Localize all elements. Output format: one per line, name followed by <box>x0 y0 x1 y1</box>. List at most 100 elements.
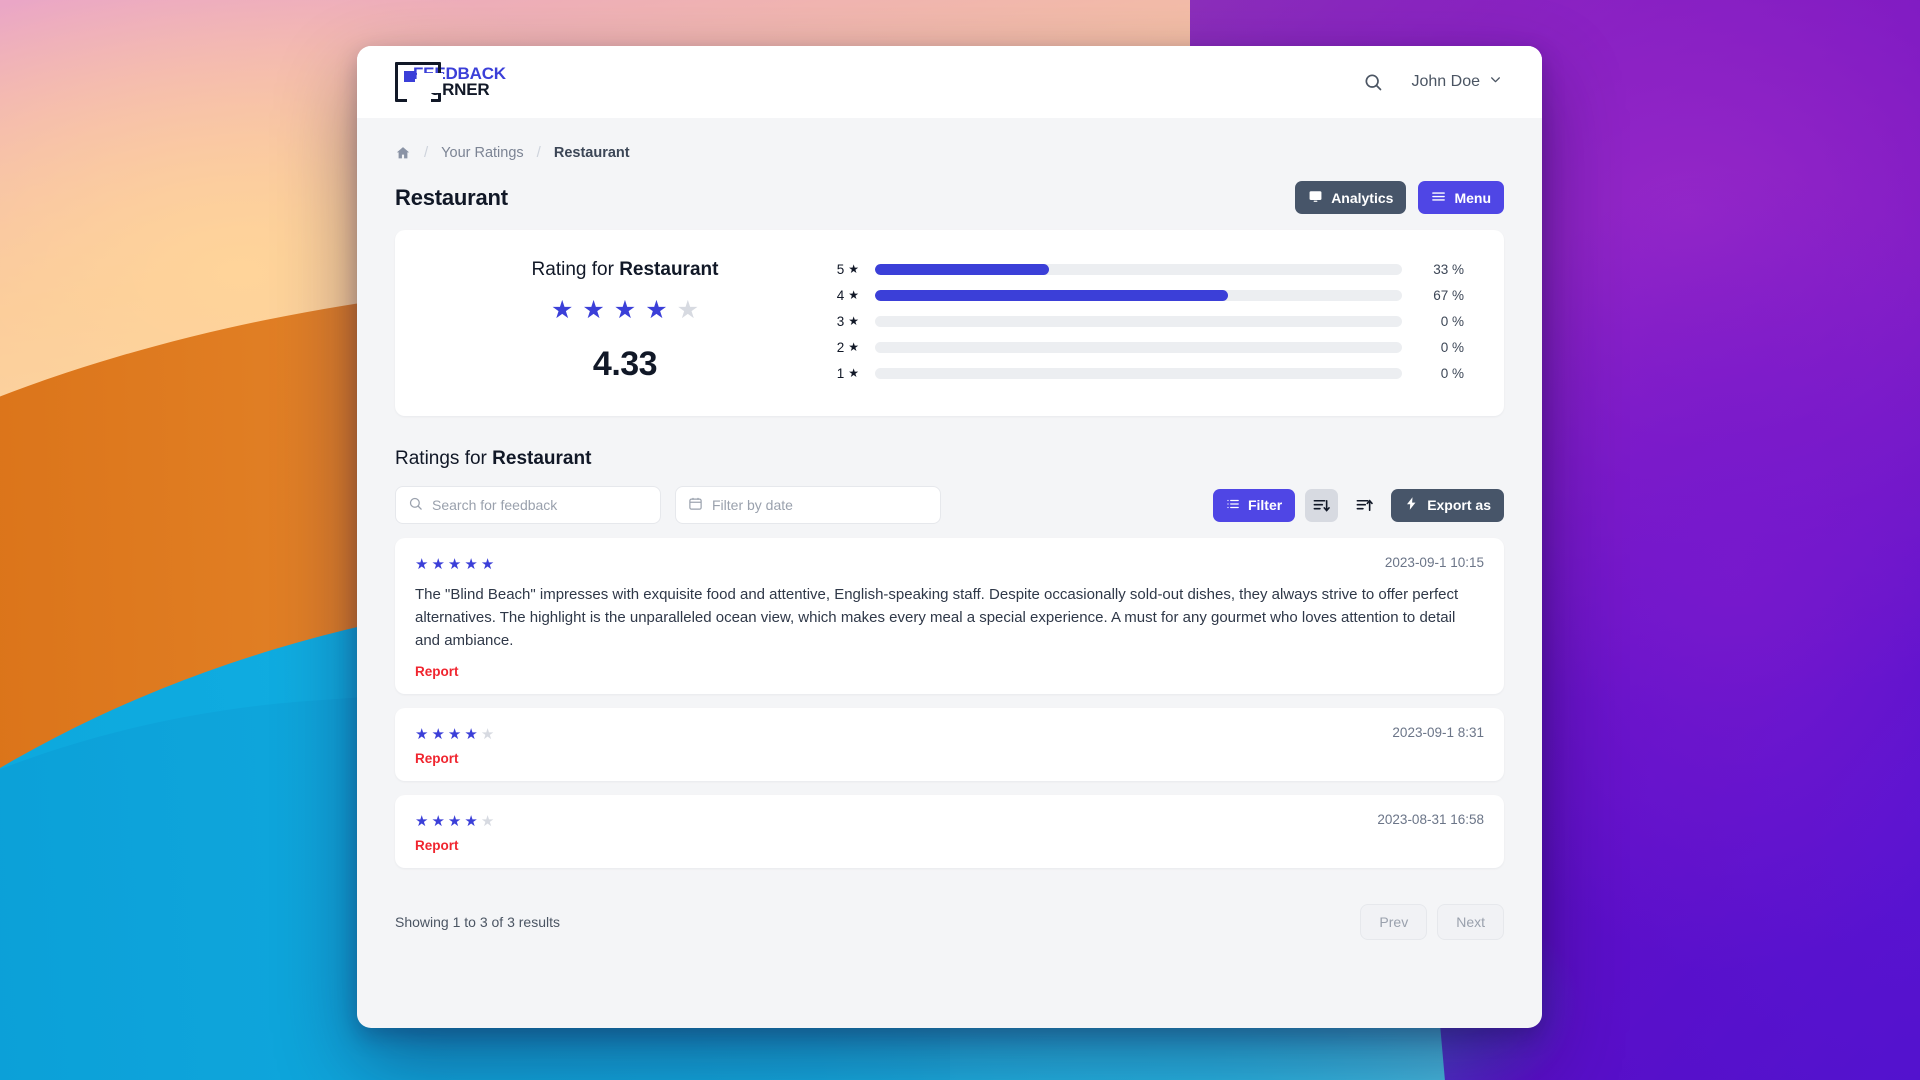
filter-list-icon <box>1226 497 1240 514</box>
breadcrumb-item-your-ratings[interactable]: Your Ratings <box>441 145 524 161</box>
review-date: 2023-09-1 8:31 <box>1392 725 1484 741</box>
results-count-label: Showing 1 to 3 of 3 results <box>395 914 560 931</box>
star-icon-2: ★ <box>582 295 605 324</box>
export-as-button[interactable]: Export as <box>1391 488 1504 522</box>
star-icon-3: ★ <box>613 295 637 324</box>
rating-bar-label-4: 4 <box>836 287 845 303</box>
menu-button-label: Menu <box>1454 189 1491 206</box>
rating-bar-row-3: 3 ★ 0 % <box>825 308 1464 334</box>
rating-bar-label-3: 3 <box>836 313 845 329</box>
brand-logo[interactable]: FEEDBACK CORNER <box>395 62 506 104</box>
chevron-down-icon <box>1489 73 1502 91</box>
star-icon-2: ★ <box>431 556 445 573</box>
star-icon-3: ★ <box>447 813 462 831</box>
rating-bar-percent-2: 0 % <box>1440 339 1464 355</box>
rating-bar-track-4 <box>875 289 1402 301</box>
page-title: Restaurant <box>395 184 508 210</box>
star-icon: ★ <box>848 366 859 380</box>
calendar-icon <box>688 496 703 514</box>
desktop-background: FEEDBACK CORNER John Doe / Your Ratings … <box>0 0 1920 1080</box>
star-icon: ★ <box>848 262 859 276</box>
rating-summary-card: Rating for Restaurant ★ ★ ★ ★ ★ 4.33 5★ <box>395 230 1504 416</box>
rating-distribution-chart: 5 ★ 33 % 4 ★ 67 % 3 ★ 0 % 2 ★ 0 % 1 ★ 0 … <box>815 256 1464 386</box>
analytics-button[interactable]: Analytics <box>1295 181 1407 214</box>
rating-bar-label-5: 5 <box>836 261 845 277</box>
rating-summary-title-prefix: Rating for <box>531 258 620 280</box>
breadcrumb-separator-2: / <box>536 144 541 161</box>
star-icon-5: ★ <box>480 556 495 573</box>
star-icon: ★ <box>848 314 859 328</box>
ratings-section-title-strong: Restaurant <box>492 448 592 469</box>
rating-summary-title: Rating for Restaurant <box>435 259 815 281</box>
review-date: 2023-09-1 10:15 <box>1384 555 1484 570</box>
user-menu[interactable]: John Doe <box>1412 73 1503 91</box>
rating-bar-fill-4 <box>875 289 1229 301</box>
menu-button[interactable]: Menu <box>1418 181 1504 214</box>
rating-summary-stars: ★ ★ ★ ★ ★ <box>435 295 815 325</box>
star-icon: ★ <box>848 288 859 302</box>
report-link[interactable]: Report <box>415 838 1484 853</box>
lightning-bolt-icon <box>1404 496 1419 514</box>
rating-bar-fill-5 <box>875 263 1049 275</box>
rating-bar-track-2 <box>875 341 1402 353</box>
ratings-toolbar: Search for feedback Filter by date Filte… <box>395 486 1504 524</box>
star-icon-4: ★ <box>464 556 478 573</box>
logo-bracket-icon <box>395 62 443 104</box>
breadcrumb-separator: / <box>424 144 429 161</box>
search-icon[interactable] <box>1360 69 1386 95</box>
rating-bar-percent-4: 67 % <box>1433 287 1464 303</box>
star-icon-1: ★ <box>415 556 429 573</box>
rating-summary-title-strong: Restaurant <box>619 258 719 280</box>
report-link[interactable]: Report <box>415 751 1484 766</box>
user-name-label: John Doe <box>1411 73 1481 90</box>
review-stars: ★ ★ ★ ★ ★ <box>415 812 494 830</box>
star-icon-2: ★ <box>431 813 445 831</box>
search-input[interactable]: Search for feedback <box>395 486 661 524</box>
hamburger-menu-icon <box>1431 189 1446 207</box>
main-content: / Your Ratings / Restaurant Restaurant A… <box>357 118 1542 1028</box>
star-icon-1: ★ <box>550 295 574 324</box>
breadcrumb: / Your Ratings / Restaurant <box>395 118 1504 161</box>
star-icon-4: ★ <box>464 813 478 831</box>
rating-bar-track-3 <box>875 315 1402 327</box>
review-item: ★ ★ ★ ★ ★ 2023-09-1 8:31 Report <box>395 708 1504 782</box>
export-as-button-label: Export as <box>1427 497 1491 513</box>
ratings-section-title: Ratings for Restaurant <box>395 448 1504 470</box>
breadcrumb-item-restaurant[interactable]: Restaurant <box>554 145 630 161</box>
report-link[interactable]: Report <box>415 664 1484 679</box>
rating-bar-track-5 <box>875 263 1402 275</box>
star-icon-4: ★ <box>645 295 668 324</box>
date-filter-placeholder: Filter by date <box>712 497 793 513</box>
rating-bar-row-1: 1 ★ 0 % <box>825 360 1464 386</box>
rating-summary-left: Rating for Restaurant ★ ★ ★ ★ ★ 4.33 <box>435 259 815 384</box>
rating-bar-label-1: 1 <box>836 365 845 381</box>
star-icon-3: ★ <box>447 726 462 744</box>
search-input-placeholder: Search for feedback <box>432 497 558 513</box>
star-icon-3: ★ <box>447 556 462 573</box>
analytics-chart-icon <box>1308 189 1323 207</box>
page-actions: Analytics Menu <box>1295 181 1504 214</box>
rating-bar-row-4: 4 ★ 67 % <box>825 282 1464 308</box>
home-icon[interactable] <box>395 145 411 161</box>
next-page-button[interactable]: Next <box>1437 904 1504 941</box>
filter-button-label: Filter <box>1247 497 1283 513</box>
rating-bar-percent-1: 0 % <box>1440 365 1464 381</box>
pagination-controls: Prev Next <box>1360 904 1504 941</box>
review-stars: ★ ★ ★ ★ ★ <box>415 725 494 743</box>
review-stars: ★ ★ ★ ★ ★ <box>415 555 494 573</box>
sort-ascending-icon[interactable] <box>1348 489 1381 522</box>
rating-bar-row-2: 2 ★ 0 % <box>825 334 1464 360</box>
star-icon-1: ★ <box>415 813 429 831</box>
star-icon-1: ★ <box>415 726 429 744</box>
star-icon-4: ★ <box>464 726 478 744</box>
star-icon: ★ <box>848 340 859 354</box>
filter-button[interactable]: Filter <box>1212 488 1296 522</box>
pagination-footer: Showing 1 to 3 of 3 results Prev Next <box>395 904 1504 966</box>
star-icon-2: ★ <box>431 726 445 744</box>
rating-bar-percent-3: 0 % <box>1440 313 1464 329</box>
prev-page-button[interactable]: Prev <box>1360 904 1428 941</box>
rating-bar-label-2: 2 <box>836 339 845 355</box>
date-filter-input[interactable]: Filter by date <box>675 486 941 524</box>
sort-descending-icon[interactable] <box>1305 488 1339 522</box>
search-icon <box>408 496 423 514</box>
